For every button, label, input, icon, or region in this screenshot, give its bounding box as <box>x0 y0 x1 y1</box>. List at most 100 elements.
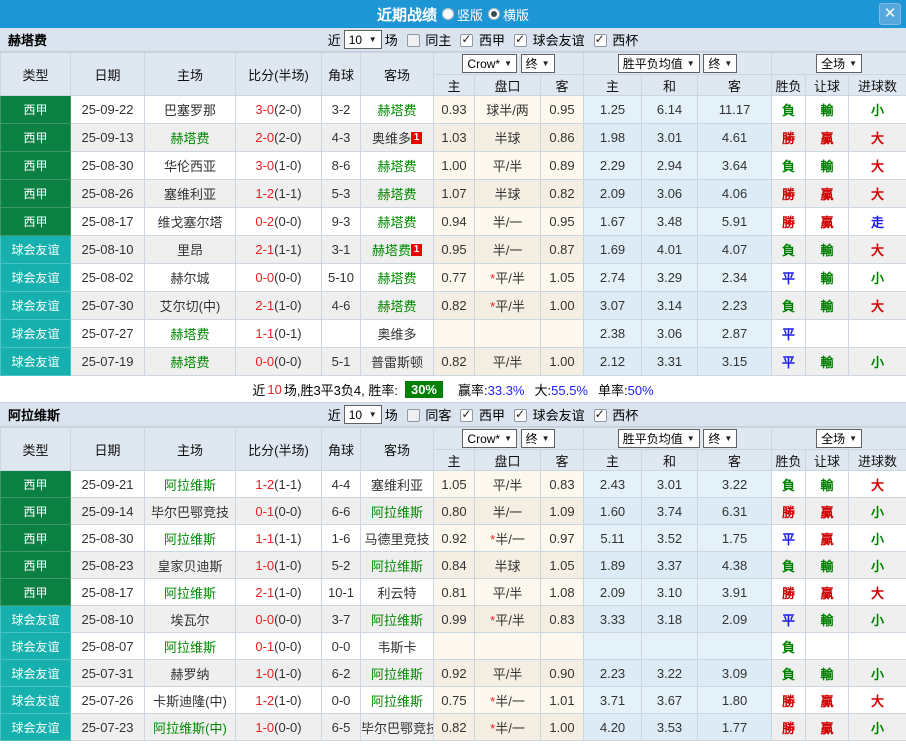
score: 0-1(0-0) <box>235 497 322 525</box>
filter-league-checkbox[interactable]: ✓ 西甲 <box>454 405 505 424</box>
avg-select[interactable]: 胜平负均值 ▼ <box>617 429 700 448</box>
recent-count-select[interactable]: 10 ▼ <box>343 405 382 424</box>
team-name-text: 阿拉维斯 <box>163 531 216 547</box>
corners: 1-6 <box>321 524 361 552</box>
odds-home: 0.81 <box>433 578 475 606</box>
stat-big: 大:55.5% <box>534 382 589 398</box>
odds-away: 1.00 <box>539 347 585 376</box>
score: 1-1(1-1) <box>235 524 322 552</box>
filter-friendly-checkbox[interactable]: ✓ 球会友谊 <box>508 30 585 49</box>
match-row: 西甲 25-09-22 巴塞罗那 3-0(2-0) 3-2 赫塔费 0.93 球半/两 0.95… <box>0 95 906 124</box>
odds-away: 0.90 <box>539 659 585 687</box>
avg-win: 1.67 <box>583 207 643 236</box>
avg-select[interactable]: 胜平负均值 ▼ <box>617 54 700 73</box>
home-team: 赫塔费 <box>144 319 236 348</box>
recent-count-select[interactable]: 10 ▼ <box>343 30 382 49</box>
avg-lose: 3.22 <box>697 470 773 498</box>
score: 1-0(0-0) <box>235 713 322 741</box>
match-row: 西甲 25-08-30 阿拉维斯 1-1(1-1) 1-6 马德里竞技 0.92 *半/一 0.… <box>0 524 906 552</box>
col-header-hcp-result: 让球 <box>805 74 850 96</box>
final-odds-select[interactable]: 终 ▼ <box>520 428 555 448</box>
filter-league-checkbox[interactable]: ✓ 西甲 <box>454 30 505 49</box>
col-header-date: 日期 <box>70 427 145 471</box>
team-name-text: 华伦西亚 <box>163 159 216 174</box>
avg-lose: 1.77 <box>697 713 773 741</box>
result-handicap: 贏 <box>805 578 850 606</box>
result-handicap: 輸 <box>805 551 850 579</box>
result-goals: 小 <box>848 713 906 741</box>
avg-lose: 3.91 <box>697 578 773 606</box>
team-name-text: 赫罗纳 <box>170 666 210 682</box>
odds-home: 0.84 <box>433 551 475 579</box>
corners: 0-0 <box>321 686 361 714</box>
home-team: 毕尔巴鄂竞技 <box>144 497 236 525</box>
avg-win: 2.29 <box>583 151 643 180</box>
avg-win: 5.11 <box>583 524 643 552</box>
result-handicap: 輸 <box>805 235 850 264</box>
result-goals: 大 <box>848 151 906 180</box>
avg-draw: 3.31 <box>641 347 699 376</box>
result-wdl: 平 <box>771 605 807 633</box>
match-row: 球会友谊 25-07-27 赫塔费 1-1(0-1) 奥维多 2.38 3.06 2.87 平 <box>0 319 906 348</box>
final-avg-select[interactable]: 终 ▼ <box>703 54 738 73</box>
score: 0-0(0-0) <box>235 605 322 633</box>
filter-same-checkbox[interactable]: ✓ 同客 <box>401 405 451 424</box>
handicap: *半/一 <box>474 524 541 552</box>
team-name-text: 毕尔巴鄂竞技 <box>361 720 434 736</box>
filter-friendly-checkbox[interactable]: ✓ 球会友谊 <box>508 405 585 424</box>
filter-cup-checkbox[interactable]: ✓ 西杯 <box>588 405 638 424</box>
odds-away: 0.86 <box>539 123 585 152</box>
match-row: 球会友谊 25-08-07 阿拉维斯 0-1(0-0) 0-0 韦斯卡 負 <box>0 632 906 660</box>
away-team: 赫塔费 <box>360 291 434 320</box>
filter-cup-checkbox[interactable]: ✓ 西杯 <box>588 30 638 49</box>
corners: 9-3 <box>321 207 361 236</box>
match-row: 球会友谊 25-08-10 埃瓦尔 0-0(0-0) 3-7 阿拉维斯 0.99 *平/半 0.… <box>0 605 906 633</box>
col-header-score: 比分(半场) <box>235 52 322 96</box>
result-handicap: 輸 <box>805 95 850 124</box>
checkbox-icon: ✓ <box>460 32 474 47</box>
handicap: 半/一 <box>474 235 541 264</box>
avg-win: 3.33 <box>583 605 643 633</box>
layout-horizontal-radio[interactable]: 横版 <box>488 5 529 24</box>
odds-home: 0.80 <box>433 497 475 525</box>
col-header-score: 比分(半场) <box>235 427 322 471</box>
team-name-text: 马德里竞技 <box>364 531 430 547</box>
odds-away <box>539 632 585 660</box>
away-team: 赫塔费 1 <box>360 235 434 264</box>
scope-select[interactable]: 全场 ▼ <box>816 54 863 73</box>
final-odds-select[interactable]: 终 ▼ <box>520 53 555 73</box>
avg-win: 3.07 <box>583 291 643 320</box>
away-team: 赫塔费 <box>360 179 434 208</box>
result-goals: 小 <box>848 95 906 124</box>
checkbox-icon: ✓ <box>406 409 420 422</box>
check-icon: ✓ <box>515 407 526 421</box>
close-button[interactable]: ✕ <box>879 3 901 25</box>
corners: 4-6 <box>321 291 361 320</box>
radio-dot-icon <box>491 11 497 17</box>
avg-lose: 1.75 <box>697 524 773 552</box>
filter-same-checkbox[interactable]: ✓ 同主 <box>401 30 451 49</box>
layout-vertical-radio[interactable]: 竖版 <box>441 5 483 24</box>
away-team: 利云特 <box>360 578 434 606</box>
bookmaker-select[interactable]: Crow* ▼ <box>462 429 518 449</box>
result-goals: 大 <box>848 291 906 320</box>
home-team: 阿拉维斯 <box>144 470 236 498</box>
col-header-type: 类型 <box>0 427 71 471</box>
odds-away: 1.08 <box>539 578 585 606</box>
team-name-text: 阿拉维斯(中) <box>153 720 227 736</box>
bookmaker-select[interactable]: Crow* ▼ <box>462 54 518 74</box>
home-team: 赫塔费 <box>144 123 236 152</box>
away-team: 赫塔费 <box>360 207 434 236</box>
team-name-text: 毕尔巴鄂竞技 <box>150 504 229 520</box>
odds-home <box>433 319 475 348</box>
scope-select[interactable]: 全场 ▼ <box>816 429 863 448</box>
home-team: 皇家贝迪斯 <box>144 551 236 579</box>
result-wdl: 平 <box>771 263 807 292</box>
odds-away: 1.00 <box>539 291 585 320</box>
final-avg-select[interactable]: 终 ▼ <box>703 429 738 448</box>
result-wdl: 負 <box>771 551 807 579</box>
score: 0-0(0-0) <box>235 347 322 376</box>
result-handicap <box>805 632 850 660</box>
home-team: 阿拉维斯 <box>144 524 236 552</box>
match-date: 25-08-30 <box>70 524 145 552</box>
